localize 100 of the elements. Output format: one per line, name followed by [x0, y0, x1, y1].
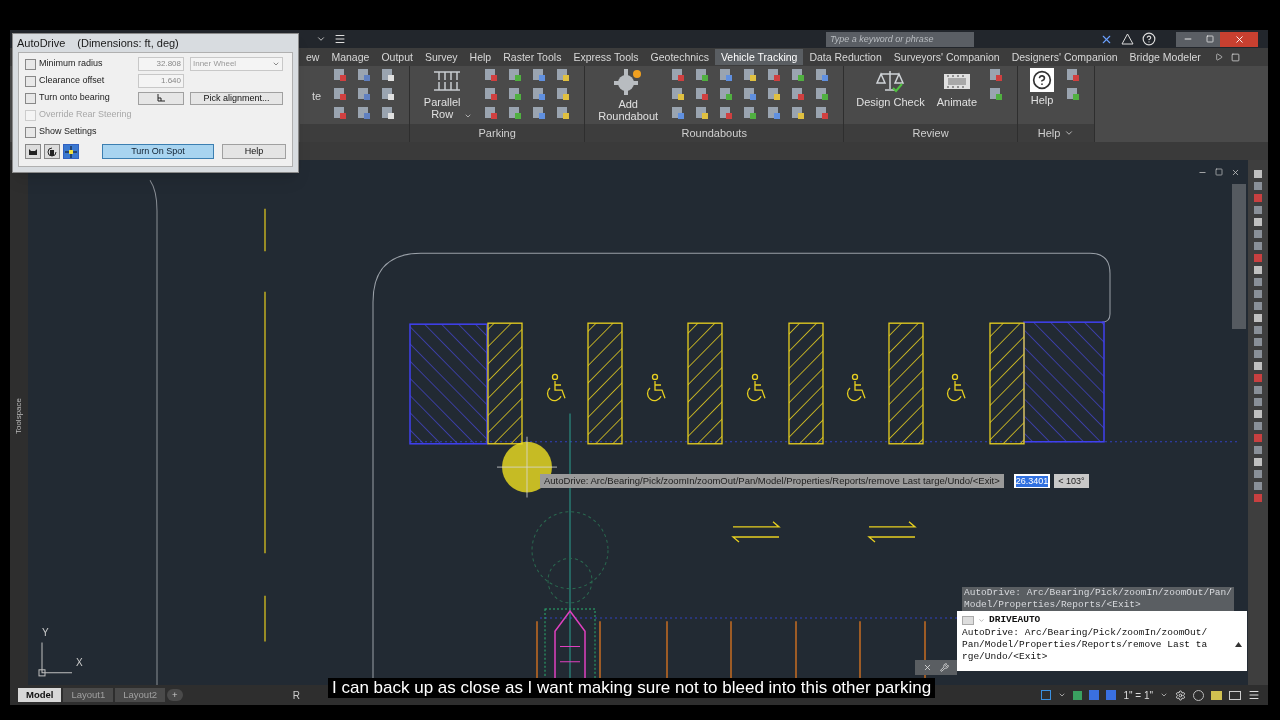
toolbar-icon[interactable] — [743, 68, 758, 82]
checkbox[interactable] — [25, 92, 36, 104]
toolbar-icon[interactable] — [719, 106, 734, 120]
ribbon-button[interactable]: Parallel Row — [422, 68, 473, 120]
toolbar-icon[interactable] — [671, 106, 686, 120]
toolbar-icon[interactable] — [791, 106, 806, 120]
snap-icon[interactable] — [1041, 690, 1052, 700]
toolbar-icon[interactable] — [357, 87, 372, 101]
toolbar-icon[interactable] — [532, 87, 547, 101]
toolbar-icon[interactable] — [989, 68, 1004, 82]
ribbon-tab[interactable]: Vehicle Tracking — [714, 49, 804, 65]
scrollbar[interactable] — [1232, 184, 1246, 329]
ribbon-tab[interactable]: Geotechnics — [644, 49, 715, 65]
toolbar-icon[interactable] — [381, 106, 396, 120]
angle-input[interactable]: < 103° — [1054, 474, 1089, 488]
annotation-icon[interactable] — [1106, 690, 1117, 700]
ribbon-tab[interactable]: Express Tools — [567, 49, 645, 65]
ribbon-tab[interactable]: Designers' Companion — [1005, 49, 1124, 65]
value-field[interactable]: 1.640 — [138, 74, 184, 88]
toolbar-icon[interactable] — [743, 106, 758, 120]
toolbar-icon[interactable] — [989, 87, 1004, 101]
ribbon-tab[interactable]: Help — [463, 49, 498, 65]
crosshair-icon[interactable] — [63, 144, 79, 159]
toolbar-icon[interactable] — [357, 106, 372, 120]
checkbox[interactable] — [25, 75, 36, 87]
close-icon[interactable] — [1231, 168, 1240, 177]
toolbar-icon[interactable] — [671, 87, 686, 101]
toolbar-icon[interactable] — [556, 68, 571, 82]
scale-label[interactable]: 1" = 1" — [1123, 687, 1153, 703]
help-icon[interactable] — [1142, 32, 1156, 46]
toolbar-icon[interactable] — [556, 106, 571, 120]
toolbar-icon[interactable] — [1066, 68, 1081, 82]
toolbar-icon[interactable] — [532, 68, 547, 82]
toolbar-icon[interactable] — [695, 106, 710, 120]
toolbar-icon[interactable] — [484, 68, 499, 82]
checkbox[interactable] — [25, 58, 36, 70]
restore-icon[interactable] — [1215, 168, 1223, 176]
ribbon-tab[interactable]: Survey — [418, 49, 464, 65]
toolbar-icon[interactable] — [767, 68, 782, 82]
toolbar-icon[interactable] — [357, 68, 372, 82]
ribbon-button-label[interactable]: te — [312, 87, 322, 105]
command-line-grip[interactable] — [915, 660, 957, 675]
toolbar-icon[interactable] — [767, 87, 782, 101]
layout-tab[interactable]: Layout2 — [115, 688, 166, 702]
ribbon-tab[interactable]: Manage — [325, 49, 376, 65]
layout-tab[interactable]: Layout1 — [63, 688, 114, 702]
caret-icon[interactable] — [1058, 691, 1067, 699]
ribbon-tab[interactable]: ew — [300, 49, 326, 65]
toolbar-icon[interactable] — [484, 106, 499, 120]
pick-alignment-button[interactable]: Pick alignment... — [190, 91, 283, 105]
toolbar-icon[interactable] — [767, 106, 782, 120]
ribbon-tab[interactable]: Output — [375, 49, 419, 65]
scroll-up-icon[interactable] — [1235, 642, 1242, 647]
maximize-button[interactable] — [1200, 31, 1220, 47]
ribbon-tab[interactable]: Bridge Modeler — [1123, 49, 1207, 65]
toolbar-icon[interactable] — [695, 68, 710, 82]
palette-label[interactable]: Toolspace — [13, 398, 25, 435]
toolbar-icon[interactable] — [791, 87, 806, 101]
toolbar-icon[interactable] — [815, 87, 830, 101]
toolbar-icon[interactable] — [695, 87, 710, 101]
ribbon-tab[interactable]: Data Reduction — [803, 49, 888, 65]
menu-icon[interactable] — [1248, 689, 1260, 701]
caret-icon[interactable] — [316, 34, 326, 44]
panel-icon[interactable] — [1230, 52, 1240, 62]
dialog-button[interactable]: Help — [222, 144, 286, 159]
toolbar-icon[interactable] — [333, 106, 348, 120]
annotation-icon[interactable] — [1089, 690, 1100, 700]
add-tab-button[interactable]: + — [167, 689, 183, 701]
toolbar-icon[interactable] — [556, 87, 571, 101]
toolbar-icon[interactable] — [333, 87, 348, 101]
toolbar-icon[interactable] — [508, 87, 523, 101]
toolbar-icon[interactable] — [1066, 87, 1081, 101]
caret-icon[interactable] — [1160, 691, 1168, 699]
toolbar-icon[interactable] — [381, 87, 396, 101]
ribbon-button[interactable]: Add Roundabout — [597, 68, 660, 122]
command-prompt-icon[interactable] — [962, 615, 974, 625]
toolbar-icon[interactable] — [381, 68, 396, 82]
toolbar-icon[interactable] — [508, 68, 523, 82]
settings-icon[interactable] — [1175, 689, 1186, 701]
vehicle-icon[interactable] — [25, 144, 41, 159]
ribbon-button[interactable]: Help — [1030, 68, 1055, 106]
menu-icon[interactable] — [334, 33, 346, 45]
search-field[interactable]: Type a keyword or phrase — [826, 31, 974, 47]
checkbox[interactable] — [25, 126, 36, 138]
value-field[interactable]: 32.808 — [138, 57, 184, 71]
ribbon-button[interactable]: Design Check — [856, 68, 925, 108]
toolbar-icon[interactable] — [743, 87, 758, 101]
value-input[interactable]: 26.3401 — [1013, 474, 1051, 488]
toolbar-icon[interactable] — [484, 87, 499, 101]
ribbon-tab[interactable]: Surveyors' Companion — [887, 49, 1006, 65]
toolbar-icon[interactable] — [508, 106, 523, 120]
toolbar-icon[interactable] — [719, 87, 734, 101]
wrench-icon[interactable] — [940, 663, 949, 672]
display-icon[interactable] — [1229, 690, 1241, 700]
toolbar-icon[interactable] — [532, 106, 547, 120]
rotate-vehicle-icon[interactable] — [44, 144, 60, 159]
toolbar-icon[interactable] — [815, 68, 830, 82]
bearing-button[interactable] — [138, 91, 184, 105]
minimize-button[interactable] — [1176, 31, 1200, 47]
toolbar-icon[interactable] — [671, 68, 686, 82]
